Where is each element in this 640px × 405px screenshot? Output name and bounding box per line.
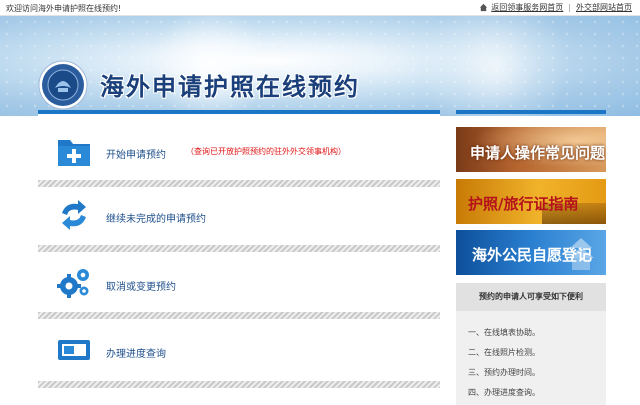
monitor-icon <box>58 340 90 360</box>
option-cancel-change[interactable]: 取消或变更预约 <box>38 252 440 316</box>
benefits-title: 预约的申请人可享受如下便利 <box>456 283 606 311</box>
banner-label: 申请人操作常见问题 <box>470 144 606 162</box>
option-progress-query[interactable]: 办理进度查询 <box>38 319 440 383</box>
option-continue-appointment[interactable]: 继续未完成的申请预约 <box>38 184 440 248</box>
option-start-appointment[interactable]: 开始申请预约 （查询已开放护照预约的驻外外交领事机构） <box>38 120 440 184</box>
top-bar: 欢迎访问海外申请护照在线预约! 返回领事服务网首页 | 外交部网站首页 <box>0 0 640 16</box>
consular-home-link[interactable]: 返回领事服务网首页 <box>491 2 563 13</box>
benefits-box: 预约的申请人可享受如下便利 一、在线填表协助。 二、在线照片检测。 三、预约办理… <box>456 283 606 405</box>
divider <box>38 381 440 388</box>
gears-icon <box>57 269 89 298</box>
option-label: 开始申请预约 <box>106 150 166 161</box>
link-separator: | <box>568 3 571 12</box>
banner-label: 护照/旅行证指南 <box>468 195 579 213</box>
option-label: 继续未完成的申请预约 <box>106 214 206 225</box>
option-label: 办理进度查询 <box>106 349 166 360</box>
consular-emblem-icon <box>38 60 88 110</box>
welcome-text: 欢迎访问海外申请护照在线预约! <box>6 4 122 13</box>
options-panel: 开始申请预约 （查询已开放护照预约的驻外外交领事机构） 继续未完成的申请预约 取… <box>38 114 440 405</box>
folder-plus-icon <box>58 140 90 166</box>
top-links: 返回领事服务网首页 | 外交部网站首页 <box>479 2 632 13</box>
benefit-item: 四、办理进度查询。 <box>468 388 540 397</box>
home-icon[interactable] <box>479 3 488 12</box>
benefit-item: 一、在线填表协助。 <box>468 328 540 337</box>
faq-banner[interactable]: 申请人操作常见问题 <box>456 127 606 172</box>
sidebar-divider <box>456 110 606 114</box>
refresh-icon <box>62 200 86 230</box>
banner-label: 海外公民自愿登记 <box>472 246 593 264</box>
divider <box>38 245 440 252</box>
passport-guide-banner[interactable]: 护照/旅行证指南 <box>456 179 606 224</box>
citizen-registration-banner[interactable]: 海外公民自愿登记 <box>456 230 606 275</box>
benefit-item: 三、预约办理时间。 <box>468 368 540 377</box>
banner-firework <box>420 16 570 116</box>
option-label: 取消或变更预约 <box>106 282 176 293</box>
divider <box>38 312 440 319</box>
benefit-item: 二、在线照片检测。 <box>468 348 540 357</box>
mfa-home-link[interactable]: 外交部网站首页 <box>576 2 632 13</box>
site-title: 海外申请护照在线预约 <box>100 73 360 101</box>
open-missions-link[interactable]: （查询已开放护照预约的驻外外交领事机构） <box>186 146 346 157</box>
